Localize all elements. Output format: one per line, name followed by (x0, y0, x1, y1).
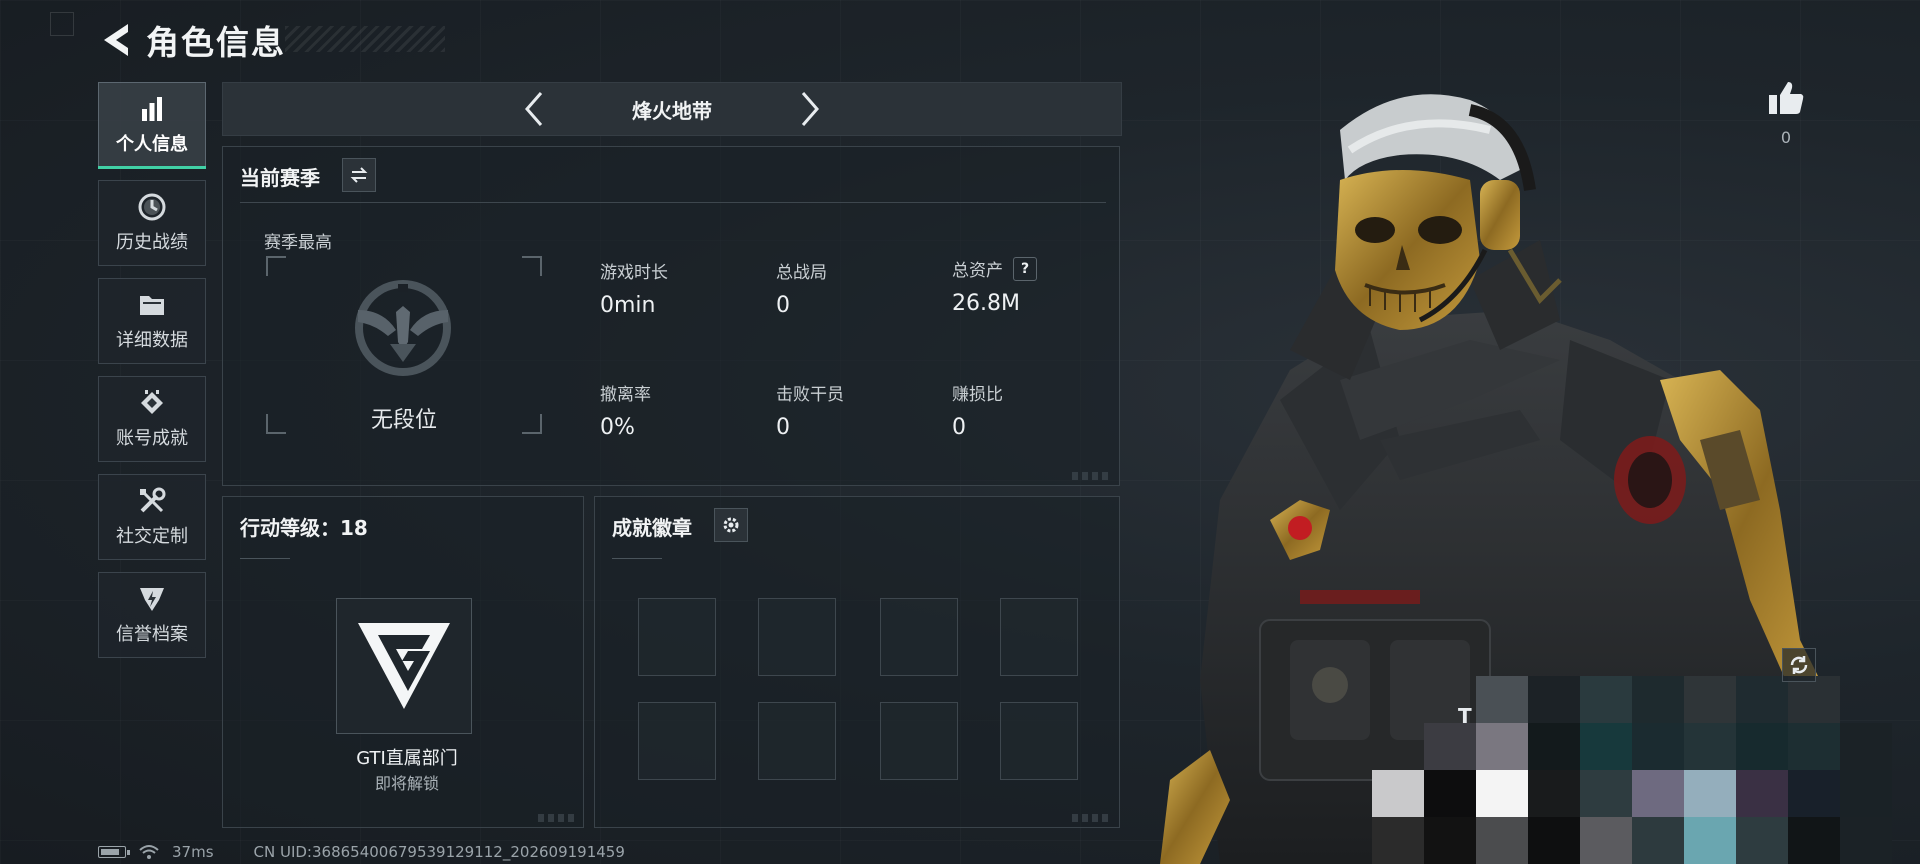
achievement-gem-icon (137, 388, 167, 418)
stat-profit-loss-ratio: 赚损比 0 (952, 380, 1003, 440)
badge-slot[interactable] (638, 702, 716, 780)
stat-extract-rate: 撤离率 0% (600, 380, 651, 440)
censored-text-fragment: T (1458, 704, 1472, 728)
help-icon[interactable]: ? (1013, 256, 1037, 281)
stat-value: 0 (776, 415, 790, 440)
corner-mark (50, 12, 74, 36)
chevron-right-icon[interactable] (797, 89, 823, 129)
badge-slot[interactable] (880, 702, 958, 780)
sidebar: 个人信息 历史战绩 详细数据 账号成就 社交定制 信誉档案 (98, 82, 208, 670)
rotate-icon (1790, 656, 1808, 674)
sidebar-item-personal-info[interactable]: 个人信息 (98, 82, 206, 169)
wifi-icon (139, 845, 159, 859)
stat-value: 0% (600, 415, 635, 440)
gti-logo-icon (358, 623, 450, 709)
tools-icon (137, 486, 167, 516)
ping-value: 37ms (172, 843, 214, 861)
stat-value: 0 (776, 293, 790, 318)
stat-label: 撤离率 (600, 385, 651, 405)
user-uid: CN UID:3686540067953912911​2_20260919145… (253, 843, 625, 861)
sidebar-item-social-custom[interactable]: 社交定制 (98, 474, 206, 560)
season-best-label: 赛季最高 (264, 233, 332, 253)
action-level-title: 行动等级：18 (240, 516, 368, 540)
panel-corner-decoration (538, 814, 574, 822)
achievement-settings-button[interactable] (714, 508, 748, 542)
badge-slot[interactable] (758, 598, 836, 676)
unit-logo[interactable] (336, 598, 472, 734)
sidebar-item-achievements[interactable]: 账号成就 (98, 376, 206, 462)
sidebar-item-label: 社交定制 (116, 526, 188, 547)
battery-icon (98, 846, 130, 858)
title-decoration (285, 26, 445, 52)
stat-label: 游戏时长 (600, 263, 668, 283)
divider (240, 558, 290, 559)
stat-value: 0 (952, 415, 966, 440)
switch-season-button[interactable] (342, 158, 376, 192)
mode-selector: 烽火地带 (222, 82, 1122, 136)
censored-mosaic (1372, 676, 1892, 864)
badge-slot[interactable] (638, 598, 716, 676)
stat-total-assets: 总资产? 26.8M (952, 256, 1037, 316)
divider (612, 558, 662, 559)
mode-name: 烽火地带 (632, 98, 712, 123)
sidebar-item-detailed-data[interactable]: 详细数据 (98, 278, 206, 364)
stat-label: 赚损比 (952, 385, 1003, 405)
stat-label: 击败干员 (776, 385, 844, 405)
back-arrow-icon[interactable] (98, 20, 134, 60)
chevron-left-icon[interactable] (521, 89, 547, 129)
panel-corner-decoration (1072, 814, 1108, 822)
achievements-title: 成就徽章 (612, 516, 692, 540)
badge-slot[interactable] (880, 598, 958, 676)
sidebar-item-label: 信誉档案 (116, 624, 188, 645)
panel-corner-decoration (1072, 472, 1108, 480)
badge-slot[interactable] (1000, 598, 1078, 676)
gear-icon (723, 517, 739, 533)
history-clock-icon (137, 192, 167, 222)
stat-play-time: 游戏时长 0min (600, 258, 668, 318)
shield-bolt-icon (137, 584, 167, 614)
stat-value: 0min (600, 293, 656, 318)
sidebar-item-label: 账号成就 (116, 428, 188, 449)
folder-icon (137, 290, 167, 320)
stat-label: 总资产 (952, 261, 1003, 281)
season-title: 当前赛季 (240, 166, 320, 190)
page-header: 角色信息 (98, 18, 286, 62)
stat-operators-defeated: 击败干员 0 (776, 380, 844, 440)
sidebar-item-history[interactable]: 历史战绩 (98, 180, 206, 266)
thumbs-up-icon[interactable] (1766, 78, 1806, 118)
stat-value: 26.8M (952, 291, 1020, 316)
page-title: 角色信息 (146, 23, 286, 62)
unit-name: GTI直属部门 (356, 748, 458, 769)
stat-total-matches: 总战局 0 (776, 258, 827, 318)
bar-chart-icon (137, 94, 167, 124)
sidebar-item-label: 个人信息 (116, 134, 188, 155)
sidebar-item-credit-file[interactable]: 信誉档案 (98, 572, 206, 658)
rank-name: 无段位 (370, 408, 437, 433)
divider (240, 202, 1106, 203)
badge-slot[interactable] (1000, 702, 1078, 780)
rotate-character-button[interactable] (1782, 648, 1816, 682)
rank-emblem-icon (355, 280, 451, 376)
sidebar-item-label: 详细数据 (116, 330, 188, 351)
status-bar: 37ms CN UID:3686540067953912911​2_202609… (98, 842, 625, 862)
stat-label: 总战局 (776, 263, 827, 283)
unit-status: 即将解锁 (374, 774, 439, 793)
swap-icon (350, 167, 368, 183)
sidebar-item-label: 历史战绩 (116, 232, 188, 253)
like-count: 0 (1780, 128, 1792, 147)
badge-slot[interactable] (758, 702, 836, 780)
